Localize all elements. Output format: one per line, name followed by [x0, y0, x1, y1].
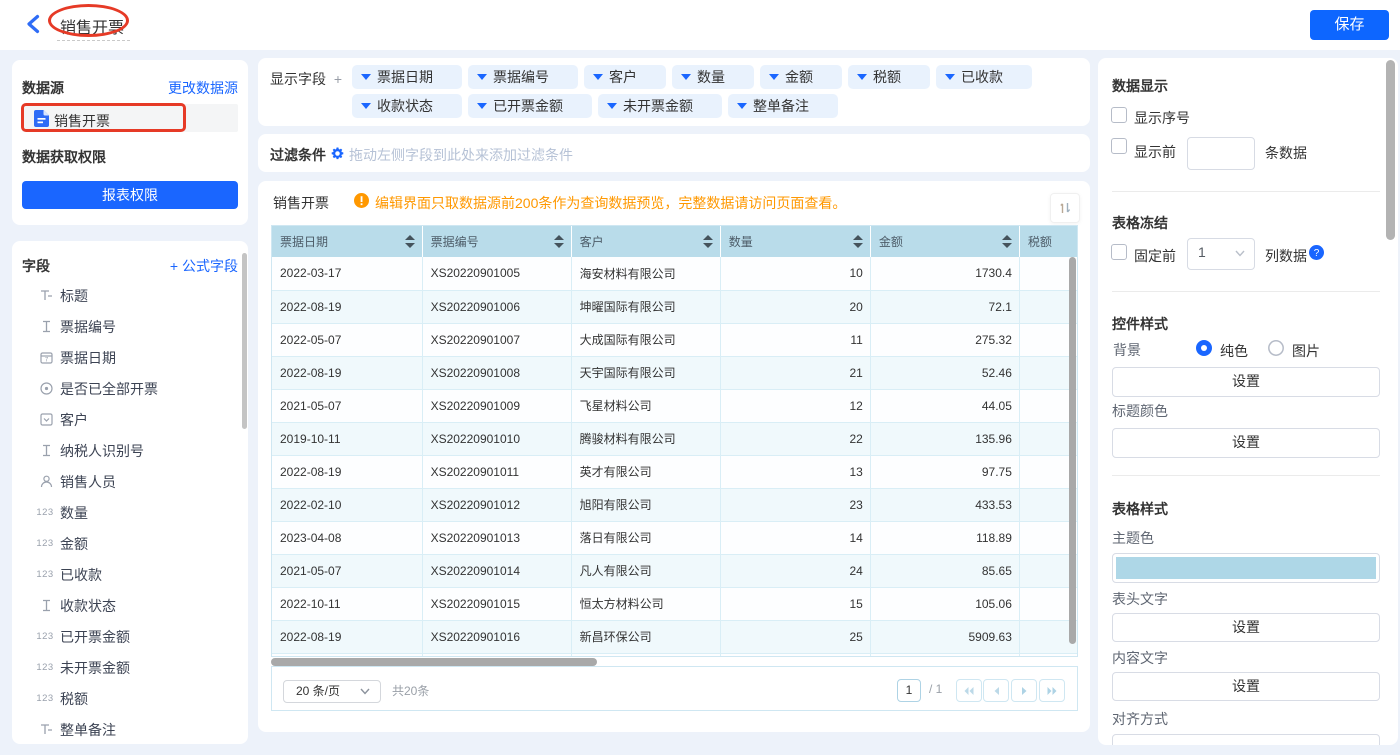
svg-text:?: ? [1314, 248, 1320, 259]
